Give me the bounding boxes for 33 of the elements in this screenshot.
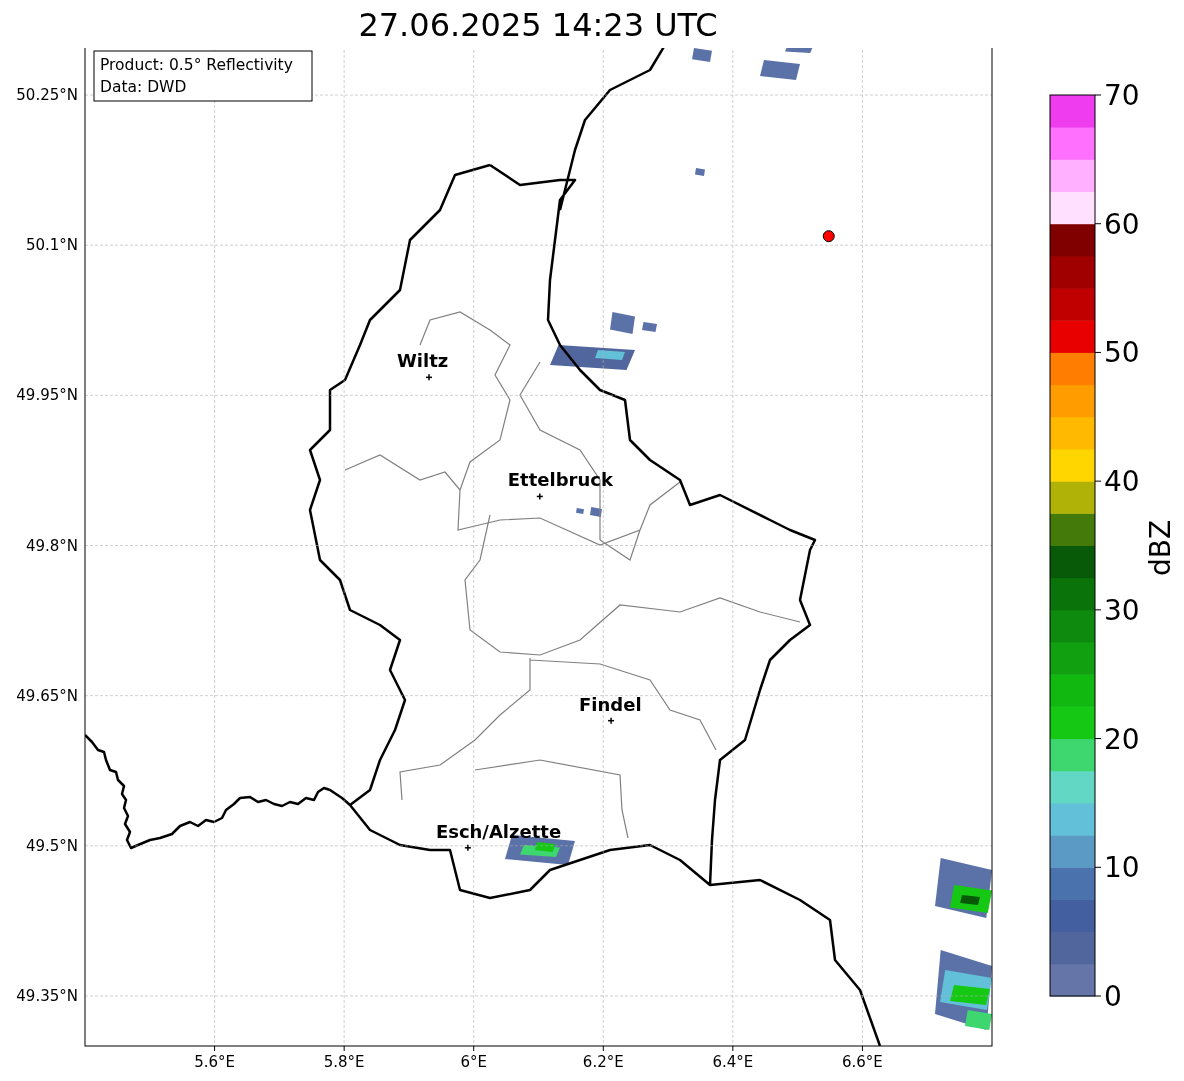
city-marker-icon — [425, 373, 433, 382]
city-marker-icon — [536, 492, 544, 501]
axis-tick-label: 49.95°N — [16, 386, 78, 405]
info-text: Data: DWD — [100, 78, 187, 96]
colorbar-tick-label: 40 — [1104, 465, 1140, 499]
axis-tick-label: 6.6°E — [842, 1053, 883, 1071]
info-text: Product: 0.5° Reflectivity — [100, 56, 293, 74]
colorbar-tick-label: 50 — [1104, 336, 1140, 370]
axis-tick-label: 5.6°E — [194, 1053, 235, 1071]
axis-tick-label: 49.65°N — [16, 686, 78, 705]
city-marker-icon — [607, 716, 615, 725]
colorbar-tick-label: 20 — [1104, 722, 1140, 756]
city-label: Esch/Alzette — [435, 820, 562, 842]
axis-tick-label: 5.8°E — [323, 1053, 365, 1071]
axis-tick-label: 49.8°N — [25, 536, 78, 555]
colorbar-label: dBZ — [1144, 519, 1177, 577]
city-label: Ettelbruck — [507, 469, 613, 491]
colorbar-tick-label: 10 — [1104, 851, 1140, 885]
axis-tick-label: 6°E — [460, 1053, 487, 1071]
city-marker-icon — [464, 844, 472, 852]
city-label: Findel — [579, 693, 642, 715]
city-label: Wiltz — [397, 350, 449, 372]
axis-tick-label: 50.25°N — [16, 86, 78, 105]
axis-tick-label: 50.1°N — [25, 236, 78, 255]
axis-tick-label: 49.35°N — [16, 986, 78, 1005]
colorbar-tick-label: 30 — [1104, 593, 1140, 627]
colorbar-tick-label: 0 — [1104, 980, 1122, 1013]
axis-tick-label: 6.2°E — [582, 1053, 624, 1071]
chart-title: 27.06.2025 14:23 UTC — [358, 6, 718, 44]
axis-tick-label: 49.5°N — [25, 836, 78, 855]
colorbar-tick-label: 60 — [1104, 207, 1140, 241]
colorbar-tick-label: 70 — [1104, 79, 1140, 112]
axis-tick-label: 6.4°E — [712, 1053, 754, 1071]
